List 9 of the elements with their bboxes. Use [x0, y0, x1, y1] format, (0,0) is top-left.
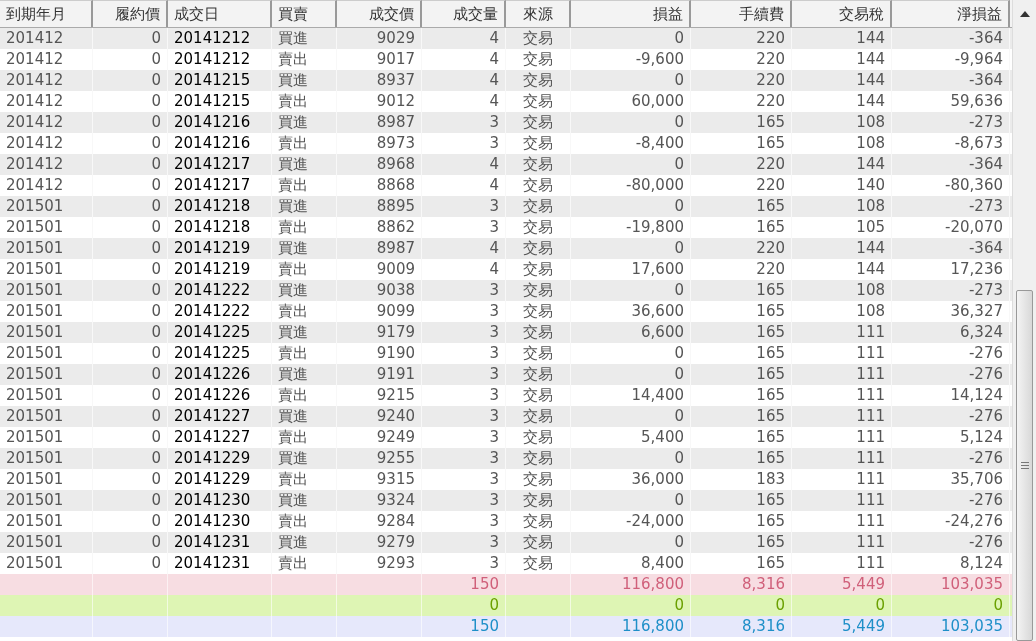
total-cell: 103,035	[892, 616, 1010, 637]
total-cell: 8,316	[691, 616, 792, 637]
grip-icon	[1020, 462, 1029, 469]
total-cell: 116,800	[571, 616, 691, 637]
scroll-thumb[interactable]	[1016, 290, 1033, 641]
total-cell: 5,449	[792, 616, 892, 637]
scroll-up-icon[interactable]	[1019, 11, 1030, 17]
scrollbar[interactable]	[1012, 0, 1036, 641]
total-cell: 150	[422, 616, 506, 637]
